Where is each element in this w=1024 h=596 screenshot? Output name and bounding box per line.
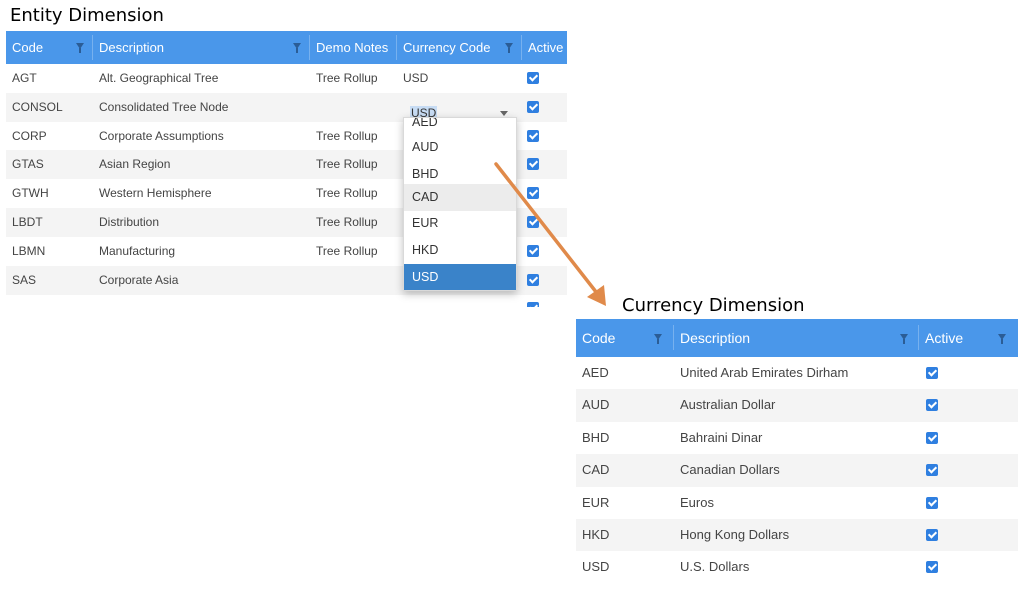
dropdown-option[interactable]: CAD (404, 184, 516, 211)
table-row[interactable]: HKD Hong Kong Dollars (576, 519, 1018, 552)
filter-icon[interactable] (76, 43, 84, 53)
column-header-currency-code[interactable]: Currency Code (397, 31, 521, 64)
filter-icon[interactable] (900, 334, 908, 344)
active-checkbox[interactable] (527, 100, 539, 113)
table-row[interactable]: CAD Canadian Dollars (576, 454, 1018, 487)
dropdown-option[interactable]: HKD (404, 237, 516, 264)
column-header-description[interactable]: Description (93, 31, 309, 64)
chevron-down-icon[interactable] (500, 111, 508, 116)
filter-icon[interactable] (654, 334, 662, 344)
entity-dimension-title: Entity Dimension (10, 5, 164, 26)
table-row[interactable]: AUD Australian Dollar (576, 389, 1018, 422)
table-row[interactable]: EUR Euros (576, 487, 1018, 519)
code-cell: AUD (582, 397, 610, 413)
code-cell: HKD (582, 527, 610, 542)
description-cell: Manufacturing (99, 243, 176, 258)
active-checkbox[interactable] (527, 187, 539, 200)
demo-notes-cell: Tree Rollup (316, 186, 378, 201)
code-cell: LBMN (12, 243, 46, 258)
demo-notes-cell (316, 266, 396, 295)
column-header-active[interactable]: Active (522, 31, 567, 64)
demo-notes-cell: Tree Rollup (316, 128, 378, 143)
active-checkbox[interactable] (926, 367, 938, 379)
code-cell: BHD (582, 429, 610, 445)
description-cell: Alt. Geographical Tree (99, 71, 219, 85)
demo-notes-cell: Tree Rollup (316, 215, 378, 229)
active-checkbox[interactable] (527, 273, 539, 286)
active-checkbox[interactable] (926, 464, 938, 477)
active-checkbox[interactable] (926, 529, 938, 541)
code-cell: CORP (12, 128, 47, 143)
active-checkbox[interactable] (527, 129, 539, 142)
code-cell: GTAS (12, 157, 44, 172)
description-cell: Asian Region (99, 157, 171, 172)
code-cell: LBDT (12, 215, 43, 229)
column-header-description[interactable]: Description (674, 319, 914, 357)
table-row[interactable]: USD U.S. Dollars (576, 551, 1018, 583)
description-cell: Western Hemisphere (99, 186, 212, 201)
description-cell: Consolidated Tree Node (99, 99, 229, 114)
code-cell: CAD (582, 462, 610, 478)
filter-icon[interactable] (998, 334, 1006, 344)
demo-notes-cell: Tree Rollup (316, 71, 378, 85)
column-header-demo-notes[interactable]: Demo Notes (310, 31, 396, 64)
dropdown-option[interactable]: USD (404, 264, 516, 290)
entity-grid-header: Code Description Demo Notes Currency Cod… (6, 31, 567, 64)
dropdown-option[interactable]: AUD (404, 134, 516, 161)
table-row[interactable] (6, 294, 567, 307)
demo-notes-cell: Tree Rollup (316, 157, 378, 172)
active-checkbox[interactable] (926, 431, 938, 444)
code-cell: CONSOL (12, 99, 63, 114)
demo-notes-cell (316, 93, 396, 122)
description-cell: Corporate Asia (99, 272, 179, 287)
filter-icon[interactable] (293, 43, 301, 53)
description-cell: U.S. Dollars (680, 559, 750, 575)
active-checkbox[interactable] (527, 302, 539, 307)
currency-dropdown-list: AED AUD BHD CAD EUR HKD USD (403, 117, 517, 291)
active-checkbox[interactable] (527, 72, 539, 84)
active-checkbox[interactable] (926, 399, 938, 412)
table-row[interactable]: AGT Alt. Geographical Tree Tree Rollup USD (6, 64, 567, 93)
code-cell: EUR (582, 494, 610, 510)
code-cell: GTWH (12, 186, 49, 201)
code-cell: AED (582, 365, 609, 380)
code-cell: SAS (12, 272, 37, 287)
active-checkbox[interactable] (527, 244, 539, 257)
description-cell: Bahraini Dinar (680, 429, 763, 445)
description-cell: Distribution (99, 215, 160, 229)
active-checkbox[interactable] (926, 496, 938, 509)
description-cell: Hong Kong Dollars (680, 527, 790, 542)
currency-code-cell[interactable]: USD (403, 64, 513, 93)
code-cell: USD (582, 559, 610, 575)
demo-notes-cell: Tree Rollup (316, 243, 378, 258)
description-cell: Australian Dollar (680, 397, 776, 413)
currency-dimension-title: Currency Dimension (622, 295, 805, 316)
active-checkbox[interactable] (926, 561, 938, 574)
active-checkbox[interactable] (527, 216, 539, 228)
table-row[interactable]: BHD Bahraini Dinar (576, 422, 1018, 454)
description-cell: Corporate Assumptions (99, 128, 224, 143)
active-checkbox[interactable] (527, 158, 539, 171)
currency-grid-header: Code Description Active (576, 319, 1018, 357)
dropdown-option[interactable]: EUR (404, 210, 516, 237)
description-cell: Canadian Dollars (680, 462, 780, 478)
filter-icon[interactable] (505, 43, 513, 53)
code-cell: AGT (12, 71, 37, 85)
description-cell: Euros (680, 494, 714, 510)
table-row[interactable]: AED United Arab Emirates Dirham (576, 357, 1018, 389)
currency-grid: Code Description Active AED United Arab E… (576, 319, 1018, 586)
description-cell: United Arab Emirates Dirham (680, 365, 849, 380)
